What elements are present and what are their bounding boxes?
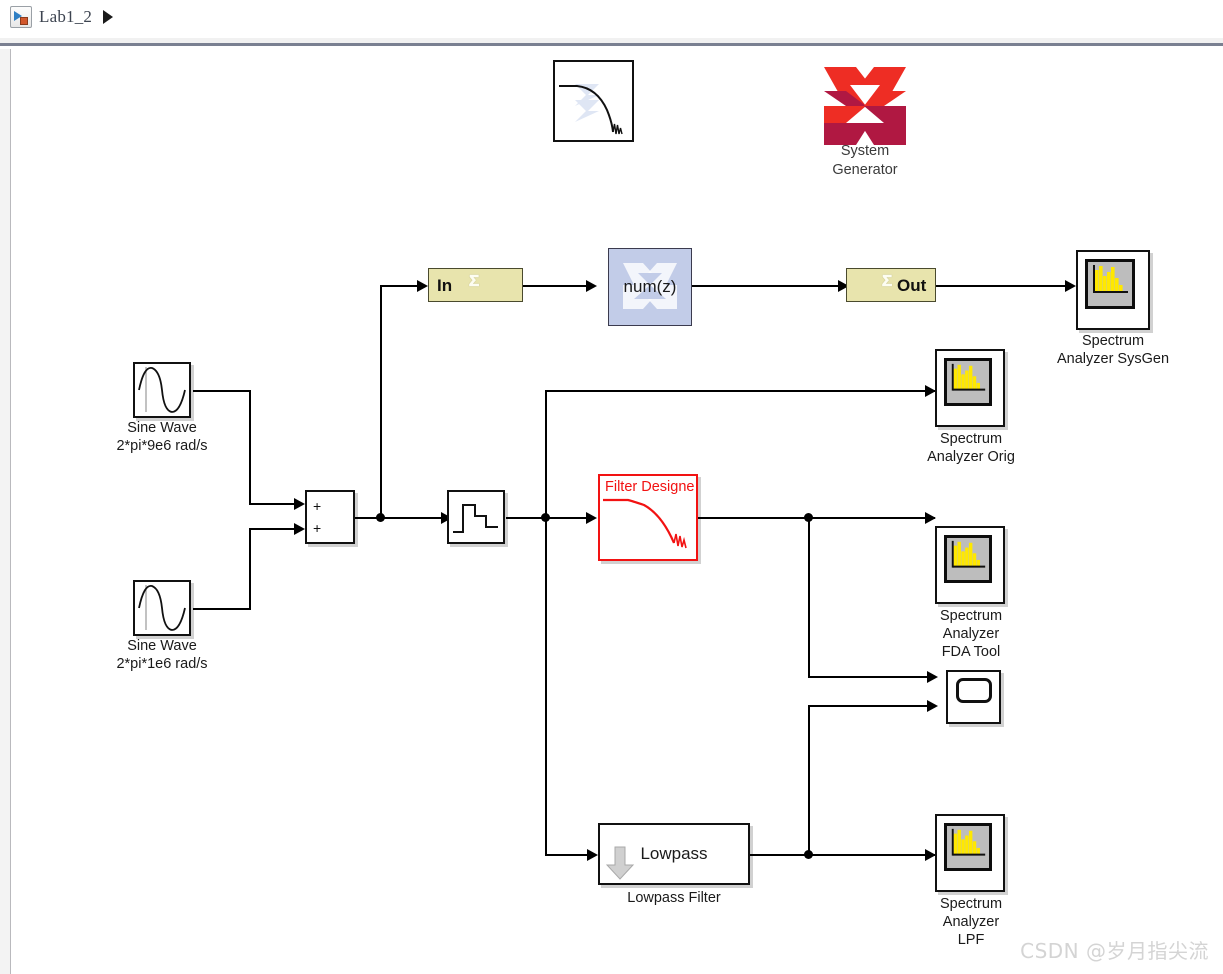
spectrum-analyzer-sysgen-label: Spectrum Analyzer SysGen [1056,333,1170,367]
arrow-sine1-to-sum [294,498,305,510]
wire-sine2-v [249,529,251,610]
wire-to-scope1-v [808,517,810,677]
wire-sine2-h2 [249,528,295,530]
lowpass-filter-block[interactable]: Lowpass [598,823,750,885]
xilinx-logo-icon [824,67,906,145]
fir-label: num(z) [623,277,677,296]
spectrum-icon [944,535,992,583]
wire-to-scope2-v [808,705,810,855]
system-generator-block[interactable] [820,61,910,151]
breadcrumb-bar: Lab1_2 [0,0,1223,38]
xilinx-sigma-icon: 𝚺 [882,273,893,290]
model-canvas[interactable]: System Generator Sine Wave 2*pi*9e6 rad/… [0,49,1223,974]
play-arrow-icon[interactable] [103,10,114,24]
wire-fdesign-out [698,517,935,519]
arrow-to-numz [586,280,597,292]
wire-numz-to-gatewayout [690,285,845,287]
simulink-model-window: Lab1_2 System Generator Sine Wave 2*pi*9… [0,0,1223,974]
spectrum-analyzer-lpf-block[interactable] [935,814,1005,892]
spectrum-icon [1085,259,1135,309]
sine-wave-icon [138,367,186,413]
arrow-to-spec-fda [925,512,936,524]
xilinx-gateway-in-block[interactable]: In 𝚺 [428,268,523,302]
canvas-left-gutter [0,49,11,974]
spectrum-analyzer-fda-label: Spectrum Analyzer FDA Tool [939,608,1003,660]
quantizer-block[interactable] [447,490,505,544]
scope-screen-icon [956,678,992,703]
sine-wave-label-1: Sine Wave 2*pi*9e6 rad/s [116,420,208,454]
xilinx-filter-icon-block[interactable] [553,60,634,142]
filter-response-icon [559,84,623,135]
filter-designer-block[interactable]: Filter Designe [598,474,698,561]
spectrum-analyzer-orig-block[interactable] [935,349,1005,427]
arrow-to-scope-input1 [927,671,938,683]
wire-quantizer-out [506,517,594,519]
wire-gatewayout-to-specsysgen [936,285,1074,287]
gateway-out-label: Out [897,276,927,295]
gateway-in-label: In [437,276,453,295]
wire-sine1-h2 [249,503,295,505]
arrow-to-gateway-in [417,280,428,292]
arrow-sine2-to-sum [294,523,305,535]
arrow-to-filter-designer [586,512,597,524]
spectrum-analyzer-fda-block[interactable] [935,526,1005,604]
wire-sine1-h1 [193,390,251,392]
sine-wave-label-2: Sine Wave 2*pi*1e6 rad/s [116,638,208,672]
filter-response-icon [603,498,687,549]
wire-to-lowpass-v [545,517,547,855]
breadcrumb-label[interactable]: Lab1_2 [39,7,92,27]
sum-block[interactable]: + + [305,490,355,544]
sum-sign-1: + [313,498,322,514]
sine-wave-block-2[interactable] [133,580,191,636]
sine-wave-block-1[interactable] [133,362,191,418]
wire-sine2-h1 [193,608,251,610]
arrow-to-lowpass [587,849,598,861]
wire-to-specorig-v [545,390,547,518]
spectrum-analyzer-orig-label: Spectrum Analyzer Orig [927,431,1015,465]
arrow-to-spec-sysgen [1065,280,1076,292]
wire-to-specorig-h [545,390,935,392]
simulink-model-icon[interactable] [10,6,32,28]
lowpass-filter-label: Lowpass Filter [627,890,721,906]
sine-wave-icon [138,585,186,631]
toolbar-separator [0,38,1223,46]
system-generator-label: System Generator [832,143,898,178]
wire-to-scope2-h [808,705,935,707]
filter-designer-title: Filter Designe [605,479,695,495]
arrow-to-scope-input2 [927,700,938,712]
down-arrow-icon [606,846,635,880]
spectrum-icon [944,823,992,871]
spectrum-analyzer-sysgen-block[interactable] [1076,250,1150,330]
staircase-icon [453,504,498,533]
spectrum-icon [944,358,992,406]
wire-to-scope1-h [808,676,935,678]
xilinx-sigma-icon: 𝚺 [469,273,480,290]
orange-square-glyph [20,17,28,25]
wire-lowpass-out [749,854,935,856]
wire-gatewayin-to-numz [523,285,588,287]
sum-sign-2: + [313,520,322,536]
wire-sum-out [354,517,446,519]
watermark-text: CSDN @岁月指尖流 [1020,939,1209,963]
xilinx-gateway-out-block[interactable]: 𝚺 Out [846,268,936,302]
xilinx-fir-block[interactable]: num(z) [608,248,692,326]
wire-branch-to-gatewayin-v [380,285,382,519]
